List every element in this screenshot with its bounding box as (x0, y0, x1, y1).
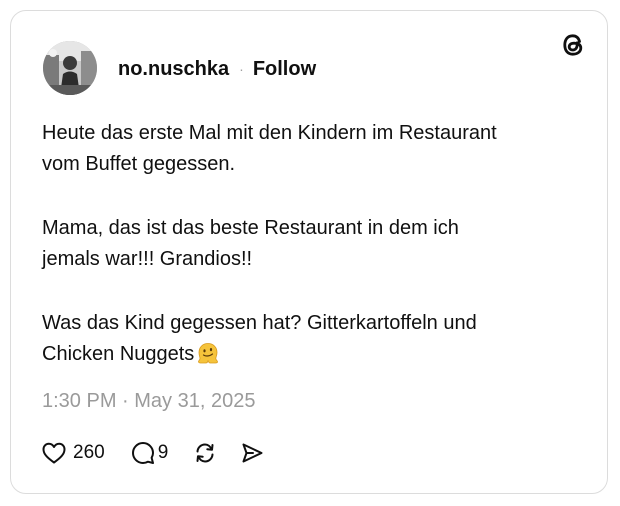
post-body: Heute das erste Mal mit den Kindern im R… (42, 118, 582, 370)
avatar-image (43, 41, 97, 95)
post-header: no.nuschka · Follow (118, 57, 316, 81)
post-timestamp[interactable]: 1:30 PM · May 31, 2025 (42, 390, 255, 413)
like-button[interactable]: 260 (41, 441, 105, 465)
post-line: Heute das erste Mal mit den Kindern im R… (42, 122, 497, 144)
post-paragraph: Was das Kind gegessen hat? Gitterkartoff… (42, 308, 582, 370)
reply-count: 9 (157, 442, 169, 463)
post-line: vom Buffet gegessen. (42, 153, 236, 175)
threads-logo-icon[interactable] (559, 31, 587, 59)
comment-icon (131, 442, 154, 464)
username-link[interactable]: no.nuschka (118, 58, 229, 81)
repost-icon (196, 443, 214, 463)
send-icon (242, 443, 263, 463)
post-paragraph: Mama, das ist das beste Restaurant in de… (42, 213, 582, 275)
action-bar: 260 9 (41, 439, 265, 467)
repost-button[interactable] (192, 440, 218, 466)
separator-dot: · (239, 61, 244, 77)
post-line: Was das Kind gegessen hat? Gitterkartoff… (42, 312, 477, 334)
melting-face-emoji (198, 343, 219, 364)
heart-icon (42, 442, 66, 464)
post-line: Mama, das ist das beste Restaurant in de… (42, 217, 459, 239)
follow-button[interactable]: Follow (253, 58, 316, 81)
post-line: Chicken Nuggets (42, 343, 195, 365)
reply-button[interactable]: 9 (130, 440, 169, 466)
share-button[interactable] (239, 440, 265, 466)
avatar[interactable] (43, 41, 97, 95)
post-line: jemals war!!! Grandios!! (42, 248, 253, 270)
post-card: no.nuschka · Follow Heute das erste Mal … (10, 10, 608, 494)
like-count: 260 (73, 442, 105, 463)
post-paragraph: Heute das erste Mal mit den Kindern im R… (42, 118, 582, 180)
